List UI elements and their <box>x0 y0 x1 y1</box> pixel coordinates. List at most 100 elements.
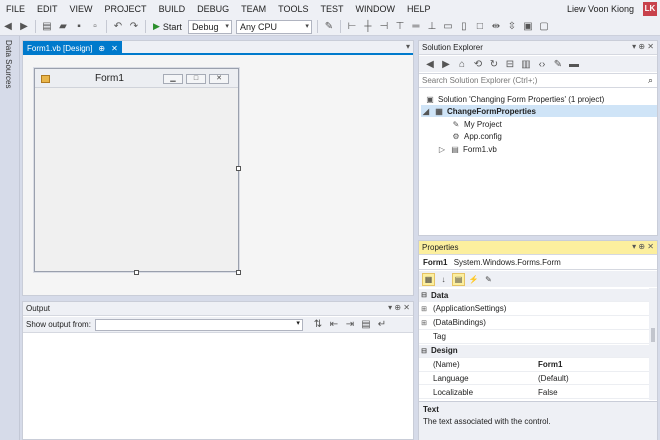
menu-view[interactable]: VIEW <box>64 0 99 18</box>
pending-changes-icon[interactable]: ⟲ <box>471 57 485 71</box>
menu-debug[interactable]: DEBUG <box>191 0 235 18</box>
property-value[interactable]: Form1 <box>534 360 562 369</box>
property-pages-icon[interactable]: ✎ <box>482 273 495 286</box>
refresh-icon[interactable]: ↻ <box>487 57 501 71</box>
properties-view-icon[interactable]: ▤ <box>452 272 465 286</box>
window-controls-icon[interactable]: ▾ ⊕ ✕ <box>632 42 654 51</box>
save-icon[interactable]: ▪ <box>72 20 86 34</box>
vertical-spacing-icon[interactable]: ⇳ <box>505 20 519 34</box>
chevron-down-icon[interactable]: ▾ <box>406 42 410 51</box>
menu-team[interactable]: TEAM <box>235 0 272 18</box>
make-same-size-icon[interactable]: □ <box>473 20 487 34</box>
expand-arrow-icon[interactable]: ▷ <box>437 145 447 154</box>
menu-build[interactable]: BUILD <box>153 0 192 18</box>
find-message-icon[interactable]: ⇅ <box>311 318 325 332</box>
menu-help[interactable]: HELP <box>401 0 437 18</box>
form-designer-pane: Form1.vb [Design] ⊕ ✕ ▾ Form1 ▁ □ ✕ <box>22 40 414 296</box>
forward-icon[interactable]: ▶ <box>17 20 31 34</box>
solution-explorer-search[interactable]: Search Solution Explorer (Ctrl+;) ⌕ <box>419 73 657 88</box>
events-icon[interactable]: ⚡ <box>467 273 480 286</box>
view-code-icon[interactable]: ‹› <box>535 57 549 71</box>
close-icon[interactable]: ✕ <box>111 44 118 53</box>
open-folder-icon[interactable]: ▰ <box>56 20 70 34</box>
tree-item-my-project[interactable]: ✎ My Project <box>451 118 651 130</box>
categorized-icon[interactable]: ▦ <box>422 272 435 286</box>
property-row[interactable]: ⊞ (DataBindings) <box>419 317 649 330</box>
clear-all-icon[interactable]: ▤ <box>359 318 373 332</box>
properties-icon[interactable]: ✎ <box>551 57 565 71</box>
new-project-icon[interactable]: ▤ <box>40 20 54 34</box>
property-value[interactable]: False <box>534 388 558 397</box>
tree-item-form1[interactable]: ▷ ▤ Form1.vb <box>437 143 647 155</box>
resize-handle-bottom[interactable] <box>134 270 139 275</box>
align-middles-icon[interactable]: ═ <box>409 20 423 34</box>
properties-object-selector[interactable]: Form1 System.Windows.Forms.Form <box>419 256 657 270</box>
collapse-icon[interactable]: ⊟ <box>419 347 429 355</box>
property-row[interactable]: Language (Default) <box>419 372 649 386</box>
property-row[interactable]: (Name) Form1 <box>419 359 649 372</box>
show-all-files-icon[interactable]: ▥ <box>519 57 533 71</box>
back-icon[interactable]: ◀ <box>423 57 437 71</box>
preview-icon[interactable]: ▬ <box>567 57 581 71</box>
tree-item-solution[interactable]: ▣ Solution 'Changing Form Properties' (1… <box>425 93 655 105</box>
collapse-all-icon[interactable]: ⊟ <box>503 57 517 71</box>
show-output-from-select[interactable]: ▾ <box>94 318 303 331</box>
menu-edit[interactable]: EDIT <box>31 0 64 18</box>
align-centers-icon[interactable]: ┼ <box>361 20 375 34</box>
search-icon[interactable]: ⌕ <box>648 75 653 86</box>
browser-link-icon[interactable]: ✎ <box>322 20 336 34</box>
make-same-width-icon[interactable]: ▭ <box>441 20 455 34</box>
expand-arrow-icon[interactable]: ◢ <box>421 107 431 116</box>
home-icon[interactable]: ⌂ <box>455 57 469 71</box>
property-category[interactable]: ⊟ Data <box>419 289 649 302</box>
user-name[interactable]: Liew Voon Kiong <box>567 0 634 18</box>
menu-test[interactable]: TEST <box>314 0 349 18</box>
align-lefts-icon[interactable]: ⊢ <box>345 20 359 34</box>
property-grid-scrollbar[interactable] <box>649 288 657 400</box>
align-rights-icon[interactable]: ⊣ <box>377 20 391 34</box>
menu-project[interactable]: PROJECT <box>99 0 153 18</box>
start-button[interactable]: ▶ Start <box>149 20 186 34</box>
solution-platform-select[interactable]: Any CPU ▾ <box>235 19 312 34</box>
property-row[interactable]: ⊞ (ApplicationSettings) <box>419 303 649 316</box>
resize-handle-right[interactable] <box>236 166 241 171</box>
word-wrap-icon[interactable]: ↵ <box>375 318 389 332</box>
property-category[interactable]: ⊟ Design <box>419 344 649 358</box>
data-sources-tab[interactable]: Data Sources <box>4 40 13 88</box>
menu-file[interactable]: FILE <box>0 0 31 18</box>
align-bottoms-icon[interactable]: ⊥ <box>425 20 439 34</box>
form1-design-surface[interactable]: Form1 ▁ □ ✕ <box>34 68 239 272</box>
bring-to-front-icon[interactable]: ▣ <box>521 20 535 34</box>
close-icon: ✕ <box>209 74 229 84</box>
expand-icon[interactable]: ⊞ <box>419 305 429 313</box>
property-row[interactable]: Localizable False <box>419 386 649 400</box>
menu-tools[interactable]: TOOLS <box>272 0 314 18</box>
window-controls-icon[interactable]: ▾ ⊕ ✕ <box>632 242 654 251</box>
expand-icon[interactable]: ⊞ <box>419 319 429 327</box>
window-controls-icon[interactable]: ▾ ⊕ ✕ <box>388 303 410 312</box>
redo-icon[interactable]: ↷ <box>127 20 141 34</box>
make-same-height-icon[interactable]: ▯ <box>457 20 471 34</box>
horizontal-spacing-icon[interactable]: ⇹ <box>489 20 503 34</box>
next-message-icon[interactable]: ⇥ <box>343 318 357 332</box>
resize-handle-corner[interactable] <box>236 270 241 275</box>
tree-item-app-config[interactable]: ⚙ App.config <box>451 130 651 142</box>
align-tops-icon[interactable]: ⊤ <box>393 20 407 34</box>
solution-configuration-select[interactable]: Debug ▾ <box>187 19 232 34</box>
pin-icon[interactable]: ⊕ <box>98 44 105 53</box>
back-icon[interactable]: ◀ <box>1 20 15 34</box>
alphabetical-icon[interactable]: ↓ <box>437 273 450 286</box>
property-value[interactable]: (Default) <box>534 374 569 383</box>
property-row[interactable]: Tag <box>419 331 649 344</box>
undo-icon[interactable]: ↶ <box>111 20 125 34</box>
user-avatar[interactable]: LK <box>643 2 657 16</box>
menu-window[interactable]: WINDOW <box>349 0 401 18</box>
save-all-icon[interactable]: ▫ <box>88 20 102 34</box>
tree-item-project[interactable]: ◢ ▦ ChangeFormProperties <box>421 105 657 117</box>
scroll-thumb[interactable] <box>651 328 655 342</box>
collapse-icon[interactable]: ⊟ <box>419 291 429 299</box>
tab-form1-design[interactable]: Form1.vb [Design] ⊕ ✕ <box>23 41 122 55</box>
forward-icon[interactable]: ▶ <box>439 57 453 71</box>
prev-message-icon[interactable]: ⇤ <box>327 318 341 332</box>
send-to-back-icon[interactable]: ▢ <box>537 20 551 34</box>
